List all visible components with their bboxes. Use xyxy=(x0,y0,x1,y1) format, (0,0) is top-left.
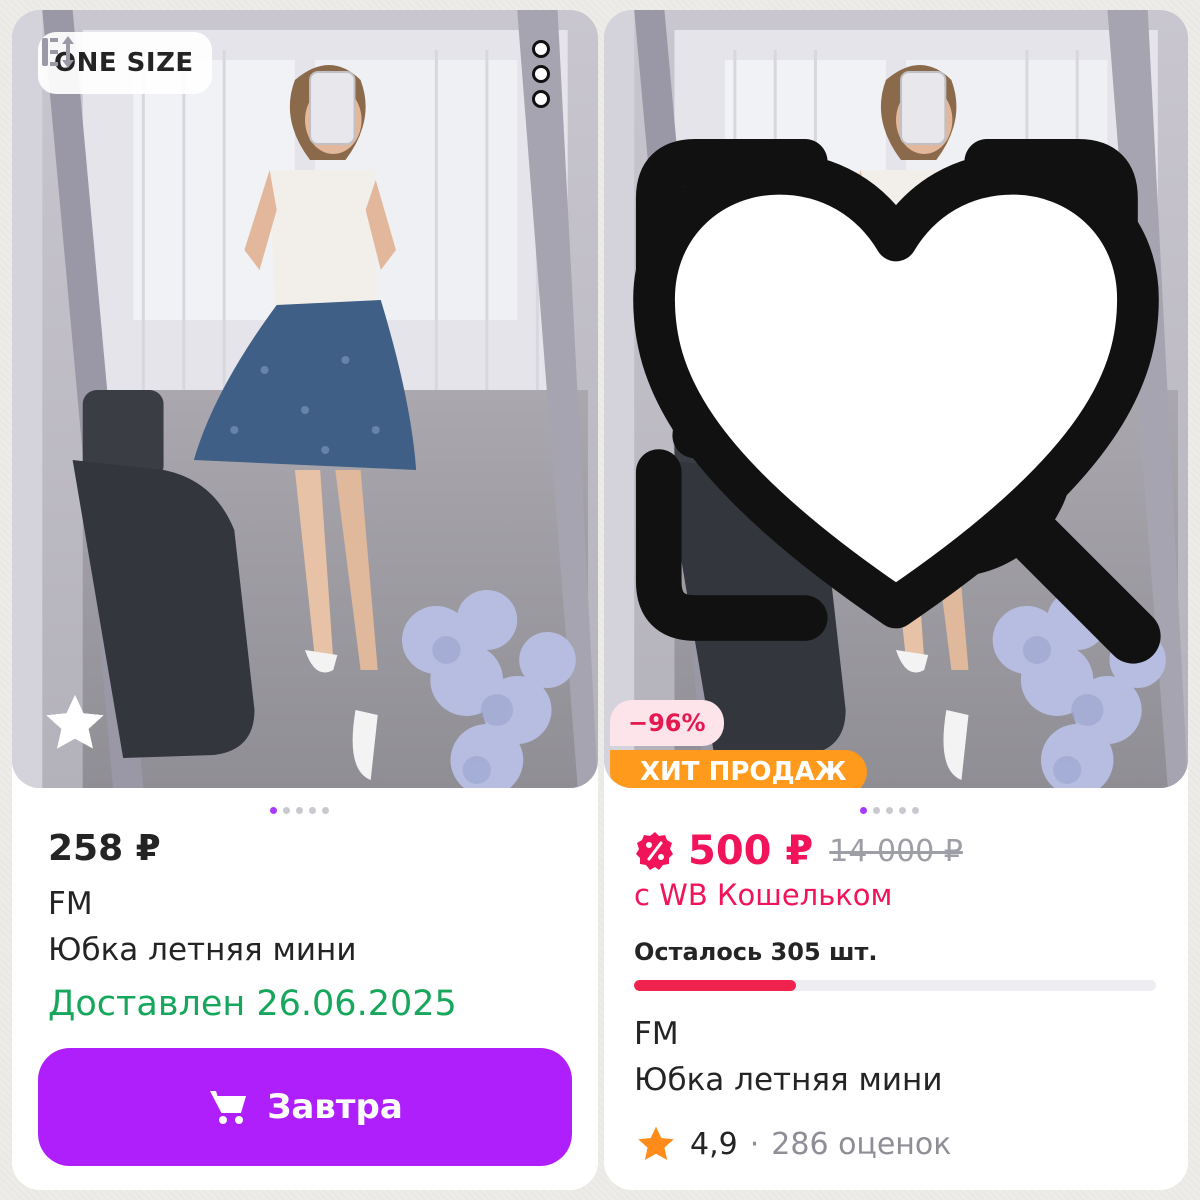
bestseller-badge: ХИТ ПРОДАЖ xyxy=(610,750,867,788)
more-dot xyxy=(532,65,550,83)
product-name[interactable]: Юбка летняя мини xyxy=(634,1062,942,1098)
star-icon xyxy=(638,1126,674,1160)
product-brand[interactable]: FM xyxy=(634,1016,679,1052)
carousel-dot xyxy=(873,807,880,814)
carousel-dot xyxy=(296,807,303,814)
stock-text: Осталось 305 шт. xyxy=(634,938,878,966)
product-price: 500 ₽ xyxy=(688,828,814,874)
star-icon[interactable] xyxy=(40,688,110,758)
carousel-dot xyxy=(322,807,329,814)
price-row: 500 ₽ 14 000 ₽ xyxy=(634,828,963,874)
more-vertical-icon xyxy=(532,40,550,58)
rating-value: 4,9 xyxy=(690,1126,738,1162)
product-price: 258 ₽ xyxy=(48,828,161,869)
rate-stars[interactable] xyxy=(40,688,580,758)
more-options-button[interactable] xyxy=(524,40,558,108)
size-icon xyxy=(42,36,74,68)
stock-progress-fill xyxy=(634,980,796,991)
carousel-indicator xyxy=(270,807,329,814)
cart-icon xyxy=(210,1091,247,1124)
add-to-cart-button[interactable]: Завтра xyxy=(38,1048,572,1166)
carousel-dot xyxy=(283,807,290,814)
add-to-cart-label: Завтра xyxy=(267,1087,403,1127)
percent-badge-icon xyxy=(636,832,673,870)
carousel-dot xyxy=(886,807,893,814)
product-brand[interactable]: FM xyxy=(48,886,93,922)
product-name[interactable]: Юбка летняя мини xyxy=(48,932,356,968)
rating-separator: · xyxy=(749,1126,760,1162)
heart-icon[interactable] xyxy=(604,10,1188,788)
old-price: 14 000 ₽ xyxy=(829,833,963,869)
discount-badge: −96% xyxy=(610,700,724,746)
more-dot xyxy=(532,90,550,108)
carousel-dot-active xyxy=(270,807,277,814)
delivery-status: Доставлен 26.06.2025 xyxy=(48,984,457,1024)
product-photo[interactable]: ONE SIZE xyxy=(12,10,598,788)
product-photo-illustration xyxy=(12,10,598,788)
product-card-right[interactable]: −96% ХИТ ПРОДАЖ 500 ₽ 14 000 ₽ с WB Коше… xyxy=(604,10,1188,1190)
reviews-count: 286 оценок xyxy=(771,1126,952,1162)
size-badge[interactable]: ONE SIZE xyxy=(38,32,212,94)
carousel-dot xyxy=(912,807,919,814)
carousel-dot xyxy=(899,807,906,814)
stock-progress-bar xyxy=(634,980,1156,991)
rating-summary[interactable]: 4,9 · 286 оценок xyxy=(634,1122,951,1166)
wallet-note: с WB Кошельком xyxy=(634,878,893,912)
product-card-left[interactable]: ONE SIZE 258 ₽ FM Юбка летняя мини Доста… xyxy=(12,10,598,1190)
carousel-indicator xyxy=(860,807,919,814)
carousel-dot-active xyxy=(860,807,867,814)
product-photo[interactable]: −96% ХИТ ПРОДАЖ xyxy=(604,10,1188,788)
carousel-dot xyxy=(309,807,316,814)
